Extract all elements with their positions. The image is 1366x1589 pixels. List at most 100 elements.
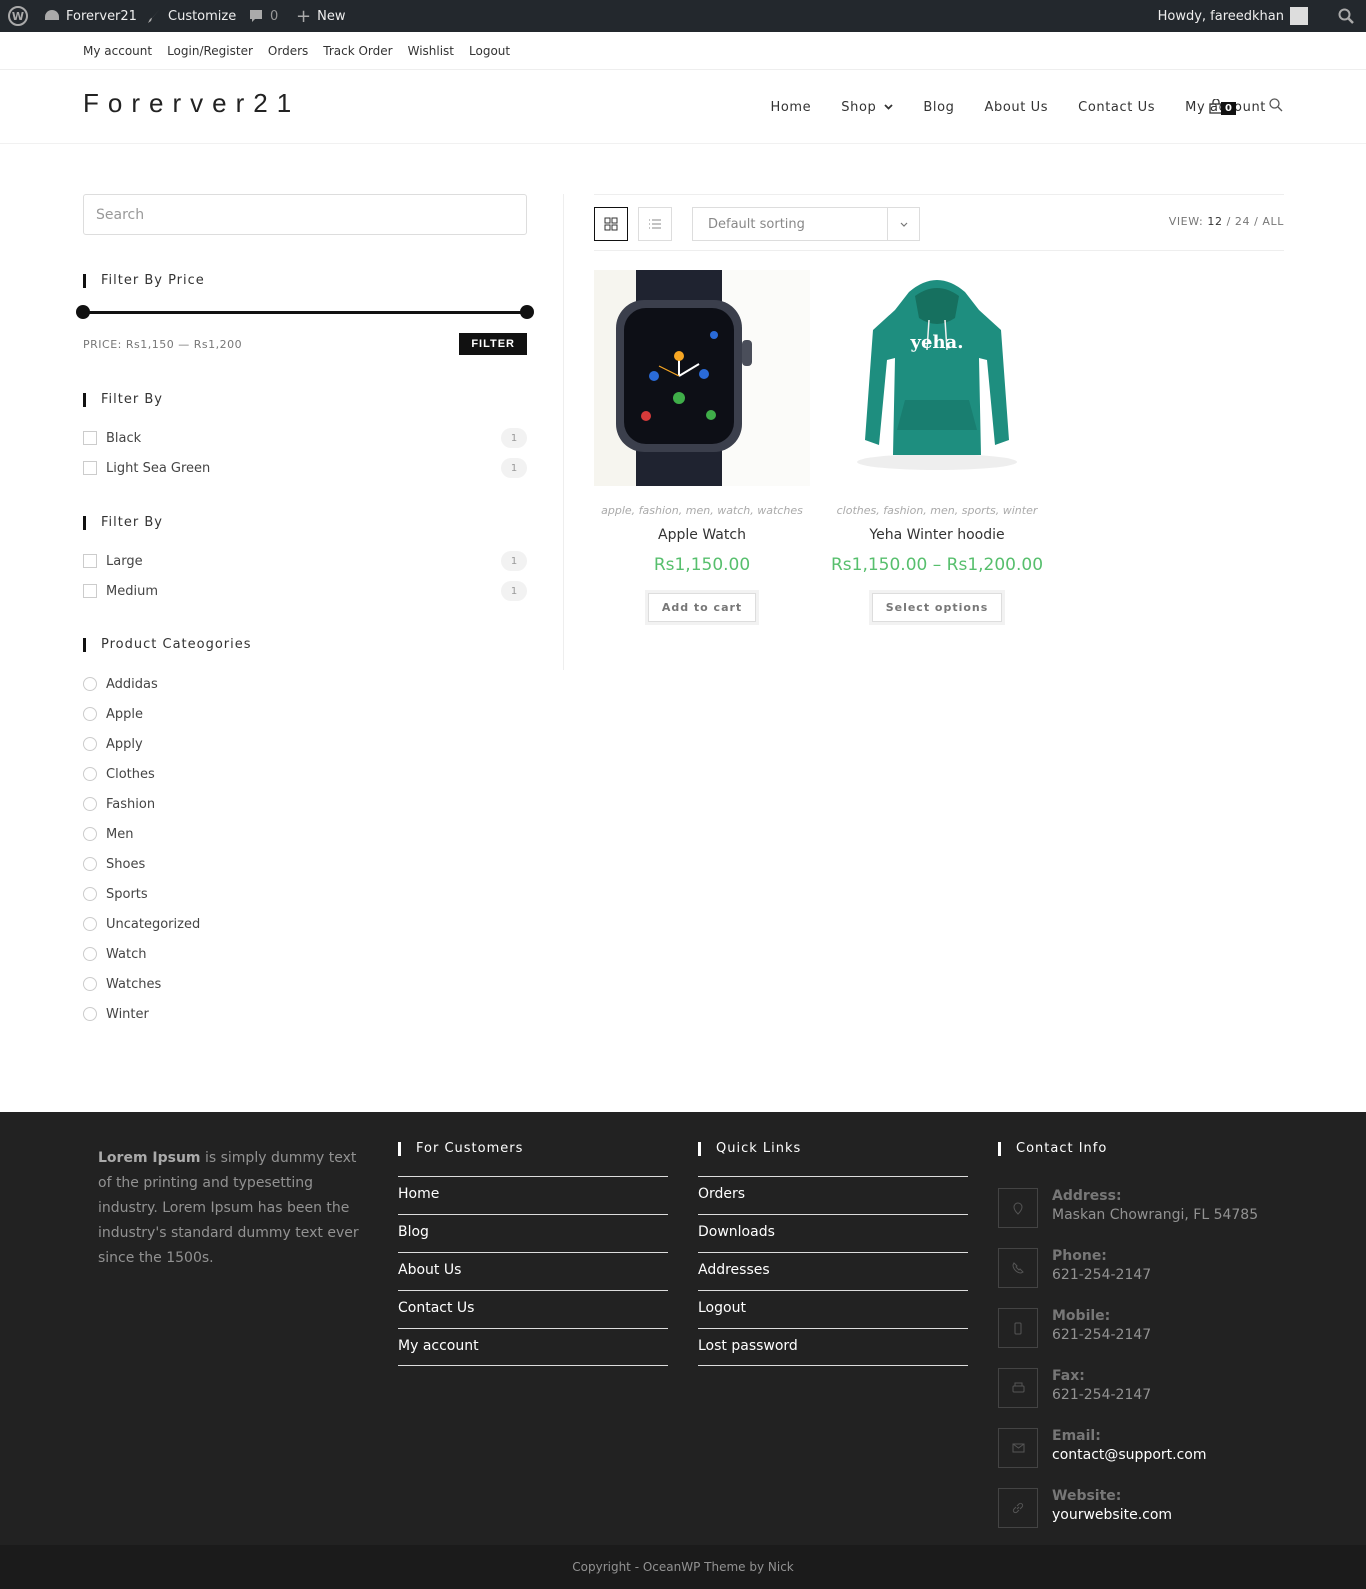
top-link-my-account[interactable]: My account — [83, 44, 152, 58]
comments-link[interactable]: 0 — [248, 0, 278, 32]
top-link-track-order[interactable]: Track Order — [323, 44, 392, 58]
products-per-page: VIEW: 12 / 24 / ALL — [1169, 215, 1284, 228]
filter-count: 1 — [501, 581, 527, 601]
radio-button[interactable] — [83, 737, 97, 751]
sort-dropdown-arrow[interactable] — [887, 208, 919, 240]
footer-link-blog[interactable]: Blog — [398, 1214, 668, 1252]
radio-button[interactable] — [83, 827, 97, 841]
price-slider-min-handle[interactable] — [76, 305, 90, 319]
footer-link-addresses[interactable]: Addresses — [698, 1252, 968, 1290]
product-image-apple-watch[interactable] — [594, 270, 810, 486]
footer-link-logout[interactable]: Logout — [698, 1290, 968, 1328]
category-item[interactable]: Watches — [83, 974, 527, 994]
brush-icon — [148, 9, 160, 23]
footer-link-downloads[interactable]: Downloads — [698, 1214, 968, 1252]
radio-button[interactable] — [83, 707, 97, 721]
view-24-link[interactable]: 24 — [1235, 215, 1250, 228]
top-link-logout[interactable]: Logout — [469, 44, 510, 58]
select-options-button[interactable]: Select options — [868, 590, 1006, 625]
category-item[interactable]: Clothes — [83, 764, 527, 784]
footer-link-orders[interactable]: Orders — [698, 1176, 968, 1214]
radio-button[interactable] — [83, 887, 97, 901]
filter-option-large[interactable]: Large 1 — [83, 551, 527, 571]
category-item[interactable]: Apple — [83, 704, 527, 724]
category-item[interactable]: Sports — [83, 884, 527, 904]
nav-about-us[interactable]: About Us — [985, 100, 1049, 115]
cart-button[interactable]: 0 — [1209, 98, 1236, 115]
price-slider[interactable] — [76, 305, 534, 319]
category-item[interactable]: Shoes — [83, 854, 527, 874]
footer-link-about-us[interactable]: About Us — [398, 1252, 668, 1290]
checkbox[interactable] — [83, 431, 97, 445]
link-icon — [998, 1488, 1038, 1528]
filter-option-light-sea-green[interactable]: Light Sea Green 1 — [83, 458, 527, 478]
view-12-link[interactable]: 12 — [1207, 215, 1222, 228]
sidebar-search-input[interactable]: Search — [83, 194, 527, 235]
product-image-yeha-hoodie[interactable]: yeha. — [829, 270, 1045, 486]
sort-select[interactable]: Default sorting — [692, 207, 920, 241]
radio-button[interactable] — [83, 947, 97, 961]
view-all-link[interactable]: ALL — [1262, 215, 1284, 228]
category-item[interactable]: Addidas — [83, 674, 527, 694]
product-categories[interactable]: clothes, fashion, men, sports, winter — [829, 504, 1045, 517]
site-logo[interactable]: Forerver21 — [83, 88, 300, 119]
radio-button[interactable] — [83, 857, 97, 871]
account-menu[interactable]: Howdy, fareedkhan — [1158, 0, 1308, 32]
category-item[interactable]: Uncategorized — [83, 914, 527, 934]
product-card: yeha. clothes, fashion, men, sports, win… — [829, 270, 1045, 625]
radio-button[interactable] — [83, 1007, 97, 1021]
site-name-link[interactable]: Forerver21 — [44, 0, 137, 32]
product-categories-title: Product Cateogories — [83, 638, 252, 652]
add-to-cart-button[interactable]: Add to cart — [644, 590, 760, 625]
wordpress-logo-button[interactable]: W — [8, 0, 28, 32]
footer-link-lost-password[interactable]: Lost password — [698, 1328, 968, 1366]
category-item[interactable]: Men — [83, 824, 527, 844]
radio-button[interactable] — [83, 977, 97, 991]
comment-icon — [250, 10, 262, 22]
footer-link-my-account[interactable]: My account — [398, 1328, 668, 1366]
list-view-button[interactable] — [638, 207, 672, 241]
filter-button[interactable]: FILTER — [459, 333, 527, 355]
filter-option-medium[interactable]: Medium 1 — [83, 581, 527, 601]
radio-button[interactable] — [83, 797, 97, 811]
radio-button[interactable] — [83, 917, 97, 931]
price-slider-max-handle[interactable] — [520, 305, 534, 319]
product-title[interactable]: Apple Watch — [594, 527, 810, 543]
filter-option-black[interactable]: Black 1 — [83, 428, 527, 448]
copyright-bar: Copyright - OceanWP Theme by Nick — [0, 1545, 1366, 1589]
nav-shop[interactable]: Shop — [841, 100, 893, 115]
category-item[interactable]: Apply — [83, 734, 527, 754]
checkbox[interactable] — [83, 584, 97, 598]
category-label: Apply — [106, 736, 143, 752]
top-link-login-register[interactable]: Login/Register — [167, 44, 253, 58]
radio-button[interactable] — [83, 767, 97, 781]
category-item[interactable]: Winter — [83, 1004, 527, 1024]
product-title[interactable]: Yeha Winter hoodie — [829, 527, 1045, 543]
contact-label: Address: — [1052, 1188, 1122, 1204]
footer-link-home[interactable]: Home — [398, 1176, 668, 1214]
product-categories[interactable]: apple, fashion, men, watch, watches — [594, 504, 810, 517]
header-search-button[interactable] — [1269, 97, 1283, 116]
nav-blog[interactable]: Blog — [923, 100, 954, 115]
admin-search-button[interactable] — [1338, 0, 1354, 32]
footer-link-contact-us[interactable]: Contact Us — [398, 1290, 668, 1328]
customize-link[interactable]: Customize — [146, 0, 236, 32]
top-link-wishlist[interactable]: Wishlist — [408, 44, 454, 58]
category-item[interactable]: Fashion — [83, 794, 527, 814]
footer-about-text: Lorem Ipsum is simply dummy text of the … — [98, 1146, 368, 1271]
category-label: Apple — [106, 706, 144, 722]
checkbox[interactable] — [83, 461, 97, 475]
filter-option-label: Large — [106, 553, 143, 569]
nav-home[interactable]: Home — [770, 100, 811, 115]
checkbox[interactable] — [83, 554, 97, 568]
radio-button[interactable] — [83, 677, 97, 691]
search-icon — [1269, 98, 1283, 112]
category-label: Clothes — [106, 766, 155, 782]
category-item[interactable]: Watch — [83, 944, 527, 964]
new-content-link[interactable]: + New — [296, 0, 345, 32]
contact-website-link[interactable]: yourwebsite.com — [1052, 1507, 1172, 1523]
top-link-orders[interactable]: Orders — [268, 44, 308, 58]
contact-email-link[interactable]: contact@support.com — [1052, 1447, 1207, 1463]
grid-view-button[interactable] — [594, 207, 628, 241]
nav-contact-us[interactable]: Contact Us — [1078, 100, 1155, 115]
